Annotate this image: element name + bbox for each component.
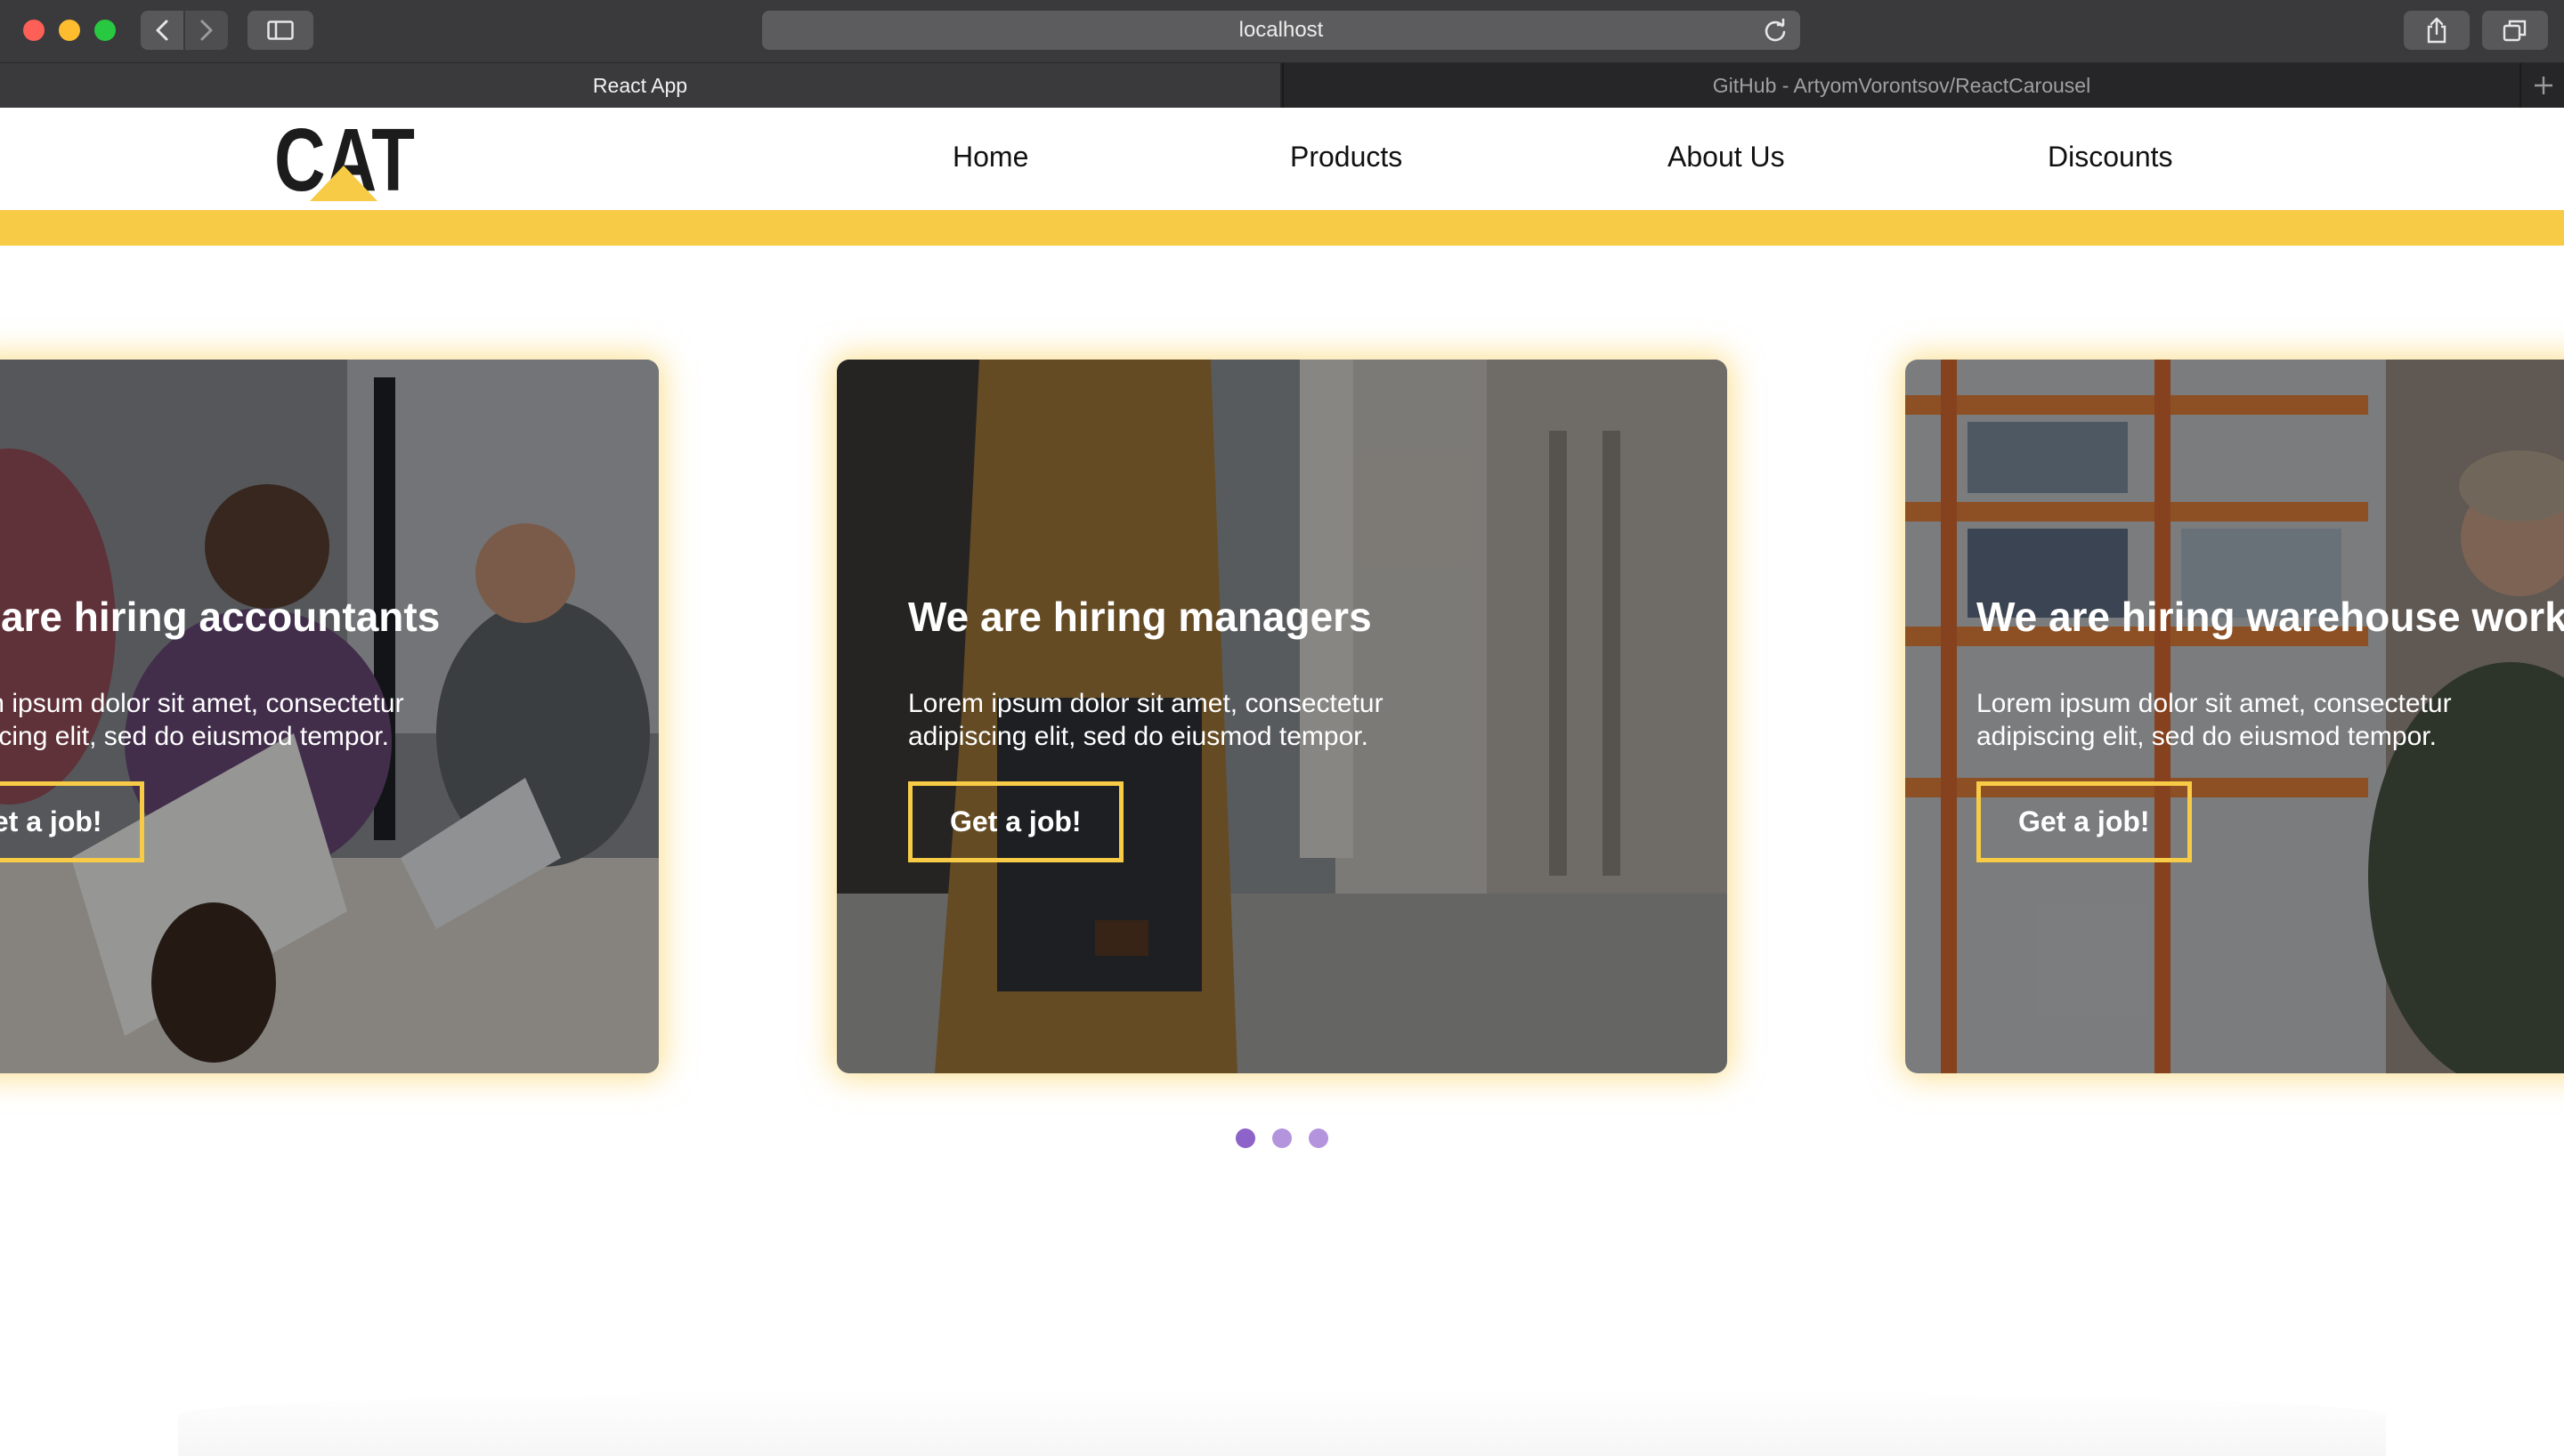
slide-title: We are hiring accountants: [0, 594, 441, 640]
slide-content: We are hiring managers Lorem ipsum dolor…: [908, 593, 1709, 862]
tab-title: React App: [592, 73, 688, 97]
sidebar-toggle-button[interactable]: [247, 11, 313, 50]
close-window-button[interactable]: [23, 20, 45, 41]
new-tab-button[interactable]: [2519, 63, 2564, 108]
tab-bar: React App GitHub - ArtyomVorontsov/React…: [0, 63, 2564, 108]
forward-icon: [200, 20, 213, 41]
header-accent-stripe: [0, 210, 2564, 246]
new-tab-icon: [2535, 77, 2552, 94]
slide-content: We are hiring warehouse workers Lorem ip…: [1976, 593, 2564, 862]
share-icon: [2427, 17, 2446, 44]
carousel-dot-2[interactable]: [1272, 1128, 1292, 1148]
bottom-section-edge: [178, 1388, 2386, 1456]
sidebar-icon: [267, 20, 294, 40]
nav-products[interactable]: Products: [1290, 141, 1402, 174]
slide-description: Lorem ipsum dolor sit amet, consectetur …: [0, 689, 404, 751]
nav-home[interactable]: Home: [953, 141, 1028, 174]
tab-github[interactable]: GitHub - ArtyomVorontsov/ReactCarousel: [1282, 63, 2519, 108]
share-button[interactable]: [2404, 11, 2470, 50]
nav-about-us[interactable]: About Us: [1667, 141, 1785, 174]
get-a-job-button[interactable]: Get a job!: [1976, 781, 2192, 862]
address-bar[interactable]: localhost: [762, 11, 1800, 50]
reload-icon[interactable]: [1763, 18, 1788, 43]
back-button[interactable]: [141, 11, 183, 50]
url-text: localhost: [1238, 18, 1324, 42]
forward-button[interactable]: [185, 11, 228, 50]
zoom-window-button[interactable]: [94, 20, 116, 41]
tabs-overview-icon: [2503, 20, 2527, 42]
back-icon: [156, 20, 168, 41]
tab-title: GitHub - ArtyomVorontsov/ReactCarousel: [1712, 73, 2091, 97]
carousel-pagination: [1236, 1128, 1328, 1148]
carousel-slide-accountants[interactable]: We are hiring accountants Lorem ipsum do…: [0, 360, 659, 1073]
carousel-slide-managers[interactable]: We are hiring managers Lorem ipsum dolor…: [837, 360, 1727, 1073]
slide-description: Lorem ipsum dolor sit amet, consectetur …: [1976, 689, 2452, 751]
slide-content: We are hiring accountants Lorem ipsum do…: [0, 593, 659, 862]
carousel-dot-1[interactable]: [1236, 1128, 1255, 1148]
cat-logo[interactable]: CAT: [274, 114, 417, 203]
tab-overview-button[interactable]: [2482, 11, 2548, 50]
carousel-slide-warehouse-workers[interactable]: We are hiring warehouse workers Lorem ip…: [1905, 360, 2564, 1073]
nav-discounts[interactable]: Discounts: [2048, 141, 2173, 174]
carousel-dot-3[interactable]: [1309, 1128, 1328, 1148]
slide-description: Lorem ipsum dolor sit amet, consectetur …: [908, 689, 1383, 751]
tab-react-app[interactable]: React App: [0, 63, 1280, 108]
slide-title: We are hiring managers: [908, 594, 1372, 640]
site-header: CAT Home Products About Us Discounts: [0, 109, 2564, 210]
minimize-window-button[interactable]: [59, 20, 80, 41]
get-a-job-button[interactable]: Get a job!: [0, 781, 144, 862]
browser-titlebar: localhost: [0, 0, 2564, 63]
get-a-job-button[interactable]: Get a job!: [908, 781, 1124, 862]
slide-title: We are hiring warehouse workers: [1976, 594, 2564, 640]
